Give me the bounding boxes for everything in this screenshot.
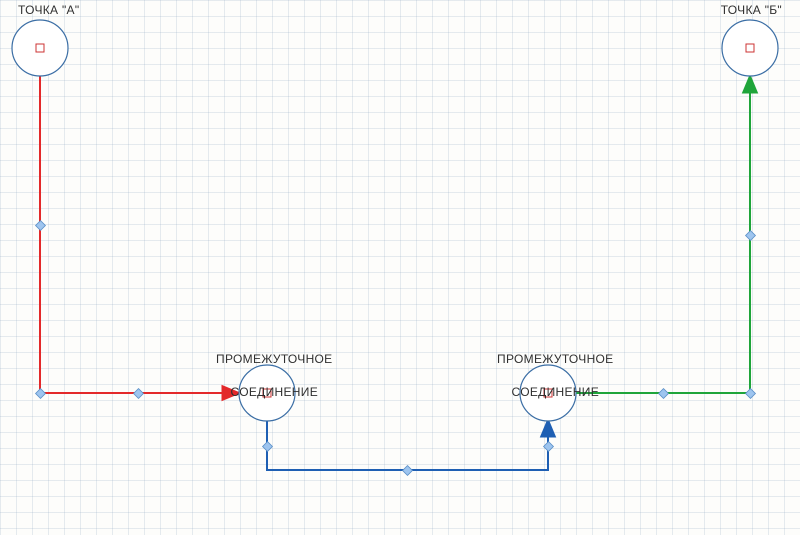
handle-icon[interactable] <box>544 442 554 452</box>
handle-icon[interactable] <box>36 389 46 399</box>
label-intermediate-2: ПРОМЕЖУТОЧНОЕ СОЕДИНЕНИЕ <box>483 335 614 416</box>
handle-icon[interactable] <box>746 389 756 399</box>
diagram-svg <box>0 0 800 535</box>
node-point-b[interactable] <box>722 20 778 76</box>
handle-icon[interactable] <box>263 442 273 452</box>
handle-icon[interactable] <box>134 389 144 399</box>
label-point-b: ТОЧКА "Б" <box>721 2 782 18</box>
connector-inter1-to-inter2[interactable] <box>263 421 554 475</box>
label-line: СОЕДИНЕНИЕ <box>231 385 318 399</box>
label-intermediate-1: ПРОМЕЖУТОЧНОЕ СОЕДИНЕНИЕ <box>202 335 333 416</box>
label-line: ПРОМЕЖУТОЧНОЕ <box>216 352 332 366</box>
label-point-a: ТОЧКА "А" <box>18 2 79 18</box>
label-line: СОЕДИНЕНИЕ <box>512 385 599 399</box>
handle-icon[interactable] <box>746 231 756 241</box>
handle-icon[interactable] <box>659 389 669 399</box>
handle-icon[interactable] <box>403 466 413 476</box>
diagram-canvas: ТОЧКА "А" ТОЧКА "Б" ПРОМЕЖУТОЧНОЕ СОЕДИН… <box>0 0 800 535</box>
node-point-a[interactable] <box>12 20 68 76</box>
handle-icon[interactable] <box>36 221 46 231</box>
label-line: ПРОМЕЖУТОЧНОЕ <box>497 352 613 366</box>
